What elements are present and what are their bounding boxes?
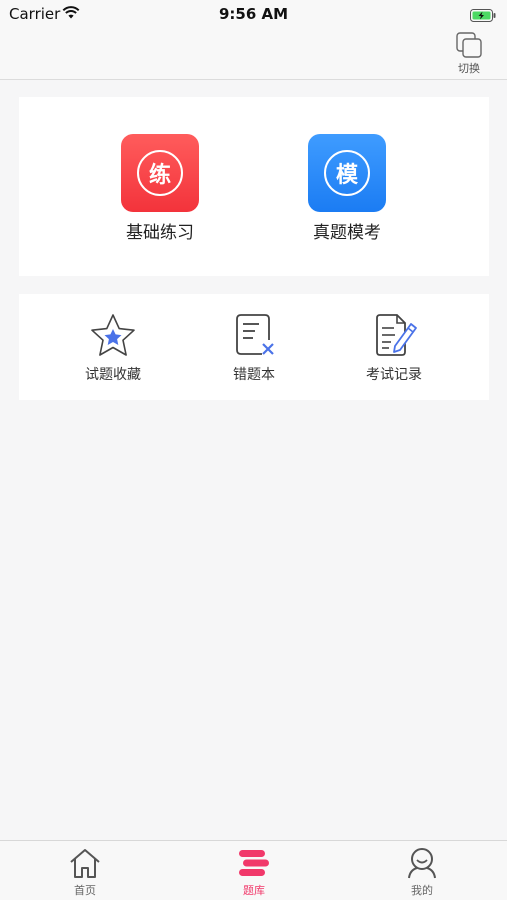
tab-bar: 首页 题库 我的 <box>0 840 507 900</box>
favorites-label: 试题收藏 <box>85 367 141 383</box>
battery-charging-icon <box>470 7 497 26</box>
wrong-notebook-icon <box>236 314 274 355</box>
practice-glyph: 练 <box>137 150 183 196</box>
switch-button[interactable]: 切换 <box>449 28 489 78</box>
clock-time: 9:56 AM <box>218 5 289 23</box>
mock-exam-button[interactable]: 模 真题模考 <box>282 134 412 243</box>
main-entries-card: 练 基础练习 模 真题模考 <box>19 97 489 276</box>
exam-record-button[interactable]: 考试记录 <box>339 312 449 384</box>
home-icon <box>70 849 100 878</box>
exam-record-label: 考试记录 <box>366 367 422 383</box>
switch-label: 切换 <box>458 62 480 75</box>
tab-mine[interactable]: 我的 <box>372 847 472 898</box>
tab-home-label: 首页 <box>74 884 96 897</box>
tab-home[interactable]: 首页 <box>35 847 135 898</box>
star-icon <box>91 314 135 356</box>
tools-card: 试题收藏 错题本 考试记录 <box>19 294 489 400</box>
status-bar: Carrier 9:56 AM <box>0 0 507 28</box>
favorites-button[interactable]: 试题收藏 <box>58 312 168 384</box>
tab-mine-label: 我的 <box>411 884 433 897</box>
mock-exam-label: 真题模考 <box>313 223 381 243</box>
wrong-notebook-label: 错题本 <box>233 367 275 383</box>
practice-icon: 练 <box>121 134 199 212</box>
navigation-bar: 切换 <box>0 28 507 80</box>
tab-question-bank-label: 题库 <box>243 884 265 897</box>
user-icon <box>408 848 436 879</box>
tab-question-bank[interactable]: 题库 <box>204 847 304 898</box>
mock-exam-icon: 模 <box>308 134 386 212</box>
exam-record-icon <box>376 314 417 356</box>
basic-practice-label: 基础练习 <box>126 223 194 243</box>
switch-copy-icon <box>456 32 482 58</box>
mock-exam-glyph: 模 <box>324 150 370 196</box>
basic-practice-button[interactable]: 练 基础练习 <box>95 134 225 243</box>
question-bank-icon <box>239 850 269 876</box>
wrong-notebook-button[interactable]: 错题本 <box>199 312 309 384</box>
